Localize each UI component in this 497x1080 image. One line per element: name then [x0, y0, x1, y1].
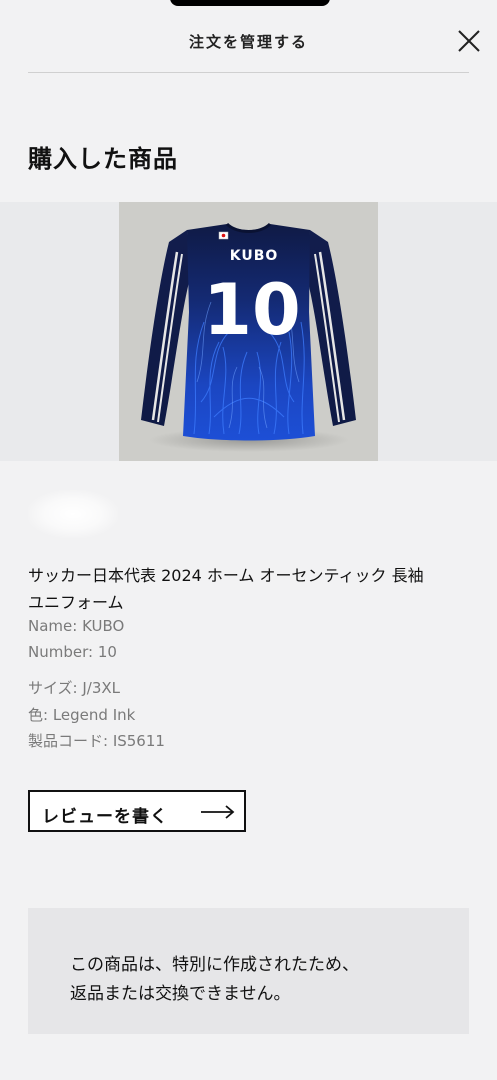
product-code: 製品コード: IS5611 — [28, 732, 165, 750]
product-name-line2: ユニフォーム — [28, 593, 124, 612]
jersey-number-print: 10 — [203, 269, 300, 351]
jersey-name-print: KUBO — [230, 248, 279, 264]
arrow-right-icon — [201, 805, 235, 819]
custom-name: Name: KUBO — [28, 617, 125, 635]
notice-line1: この商品は、特別に作成されたため、 — [70, 955, 359, 975]
jersey-image: KUBO 10 — [141, 222, 356, 452]
section-title: 購入した商品 — [28, 145, 178, 173]
product-size: サイズ: J/3XL — [28, 679, 121, 697]
notice-text: この商品は、特別に作成されたため、 返品または交換できません。 — [70, 951, 450, 1009]
close-icon — [458, 30, 480, 52]
header-divider — [28, 72, 469, 73]
product-color: 色: Legend Ink — [28, 706, 136, 724]
page-title: 注文を管理する — [188, 33, 308, 51]
brand-logo-placeholder — [28, 490, 118, 538]
notice-line2: 返品または交換できません。 — [70, 984, 291, 1004]
header: 注文を管理する — [0, 0, 497, 74]
write-review-button[interactable]: レビューを書く — [28, 790, 246, 832]
product-name-line1: サッカー日本代表 2024 ホーム オーセンティック 長袖 — [28, 566, 424, 585]
non-returnable-notice: この商品は、特別に作成されたため、 返品または交換できません。 — [28, 908, 469, 1034]
product-image[interactable]: KUBO 10 — [119, 202, 378, 461]
close-button[interactable] — [456, 28, 482, 54]
custom-number: Number: 10 — [28, 643, 117, 661]
write-review-label: レビューを書く — [42, 807, 168, 827]
product-name: サッカー日本代表 2024 ホーム オーセンティック 長袖 ユニフォーム — [28, 562, 473, 616]
